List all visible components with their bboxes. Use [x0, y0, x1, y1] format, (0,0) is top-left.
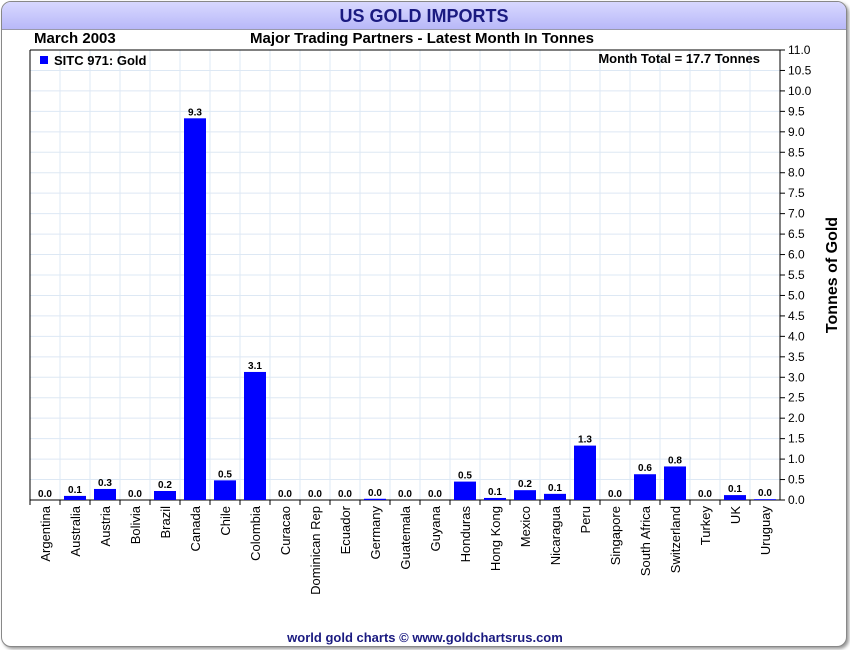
y-tick-label: 8.5 [788, 145, 805, 159]
data-label: 1.3 [578, 435, 592, 446]
y-tick-label: 5.5 [788, 268, 805, 282]
y-tick-label: 10.0 [788, 84, 812, 98]
x-tick-label: Canada [188, 505, 203, 551]
y-tick-label: 1.5 [788, 432, 805, 446]
data-label: 0.2 [158, 480, 172, 491]
x-tick-label: Germany [368, 506, 383, 560]
data-label: 0.0 [398, 489, 412, 500]
y-tick-label: 7.0 [788, 207, 805, 221]
x-tick-label: Peru [578, 506, 593, 533]
x-tick-label: Chile [218, 506, 233, 536]
x-tick-label: Guyana [428, 505, 443, 551]
month-total-annotation: Month Total = 17.7 Tonnes [598, 51, 760, 66]
y-tick-label: 3.0 [788, 370, 805, 384]
bar-chile [214, 480, 236, 500]
data-label: 0.8 [668, 455, 682, 466]
data-label: 0.1 [68, 485, 82, 496]
data-label: 0.0 [608, 489, 622, 500]
bar-austria [94, 488, 116, 500]
y-tick-label: 3.5 [788, 350, 805, 364]
data-label: 0.1 [728, 484, 742, 495]
footer-credit: world gold charts © www.goldchartsrus.co… [287, 630, 563, 645]
data-label: 0.2 [518, 479, 532, 490]
y-tick-label: 9.5 [788, 104, 805, 118]
y-tick-label: 9.0 [788, 125, 805, 139]
y-tick-label: 0.5 [788, 473, 805, 487]
x-tick-label: Nicaragua [548, 505, 563, 565]
bar-germany [364, 498, 386, 500]
y-tick-label: 2.5 [788, 391, 805, 405]
bar-nicaragua [544, 493, 566, 500]
y-tick-label: 1.0 [788, 452, 805, 466]
bar-colombia [244, 371, 266, 500]
x-tick-label: Bolivia [128, 505, 143, 544]
data-label: 0.0 [308, 489, 322, 500]
data-label: 0.0 [698, 489, 712, 500]
x-tick-label: Colombia [248, 505, 263, 561]
x-tick-label: Brazil [158, 506, 173, 539]
y-tick-label: 11.0 [788, 43, 811, 57]
x-tick-label: Austria [98, 505, 113, 546]
data-label: 0.5 [218, 469, 232, 480]
data-label: 9.3 [188, 107, 202, 118]
data-label: 0.0 [278, 489, 292, 500]
data-label: 0.0 [128, 489, 142, 500]
bar-honduras [454, 481, 476, 500]
bar-hong-kong [484, 497, 506, 500]
x-tick-label: Hong Kong [488, 506, 503, 571]
y-tick-label: 4.5 [788, 309, 805, 323]
data-label: 0.1 [548, 483, 562, 494]
x-tick-label: Honduras [458, 506, 473, 563]
bar-canada [184, 118, 206, 501]
y-tick-label: 10.5 [788, 63, 812, 77]
legend-swatch [40, 56, 48, 64]
data-label: 0.1 [488, 487, 502, 498]
data-label: 0.3 [98, 478, 112, 489]
y-tick-label: 8.0 [788, 166, 805, 180]
bar-south-africa [634, 474, 656, 500]
data-label: 0.6 [638, 463, 652, 474]
x-tick-label: Singapore [608, 506, 623, 565]
y-tick-label: 5.0 [788, 288, 805, 302]
x-tick-label: Argentina [38, 505, 53, 561]
x-tick-label: Switzerland [668, 506, 683, 573]
y-tick-label: 6.0 [788, 248, 805, 262]
bar-chart: 0.0 0.5 1.0 1.5 2.0 2.5 3.0 3.5 4.0 4.5 5.0 5.5 6.0 6… [29, 43, 841, 595]
bar-peru [574, 445, 596, 500]
data-label: 0.0 [38, 489, 52, 500]
y-tick-label: 4.0 [788, 329, 805, 343]
bar-mexico [514, 490, 536, 500]
bar-brazil [154, 491, 176, 500]
data-label: 0.0 [368, 488, 382, 499]
x-tick-label: Turkey [698, 506, 713, 546]
y-tick-label: 2.0 [788, 411, 805, 425]
x-tick-label: Mexico [518, 506, 533, 547]
bar-switzerland [664, 466, 686, 500]
x-tick-label: Ecuador [338, 505, 353, 554]
data-label: 0.0 [338, 489, 352, 500]
bar-uruguay [754, 499, 776, 500]
x-tick-label: UK [728, 506, 743, 524]
legend-label: SITC 971: Gold [54, 53, 147, 68]
bar-uk [724, 495, 746, 500]
data-label: 0.5 [458, 471, 472, 482]
x-tick-label: Curacao [278, 506, 293, 555]
x-tick-label: South Africa [638, 505, 653, 576]
y-axis-title: Tonnes of Gold [824, 217, 841, 333]
y-tick-label: 0.0 [788, 493, 805, 507]
x-tick-label: Dominican Rep [308, 506, 323, 595]
x-tick-label: Uruguay [758, 506, 773, 556]
data-label: 3.1 [248, 361, 262, 372]
bar-australia [64, 495, 86, 500]
y-tick-label: 6.5 [788, 227, 805, 241]
data-label: 0.0 [428, 489, 442, 500]
y-tick-label: 7.5 [788, 186, 805, 200]
data-label: 0.0 [758, 488, 772, 499]
x-tick-label: Guatemala [398, 505, 413, 569]
x-tick-label: Australia [68, 505, 83, 556]
